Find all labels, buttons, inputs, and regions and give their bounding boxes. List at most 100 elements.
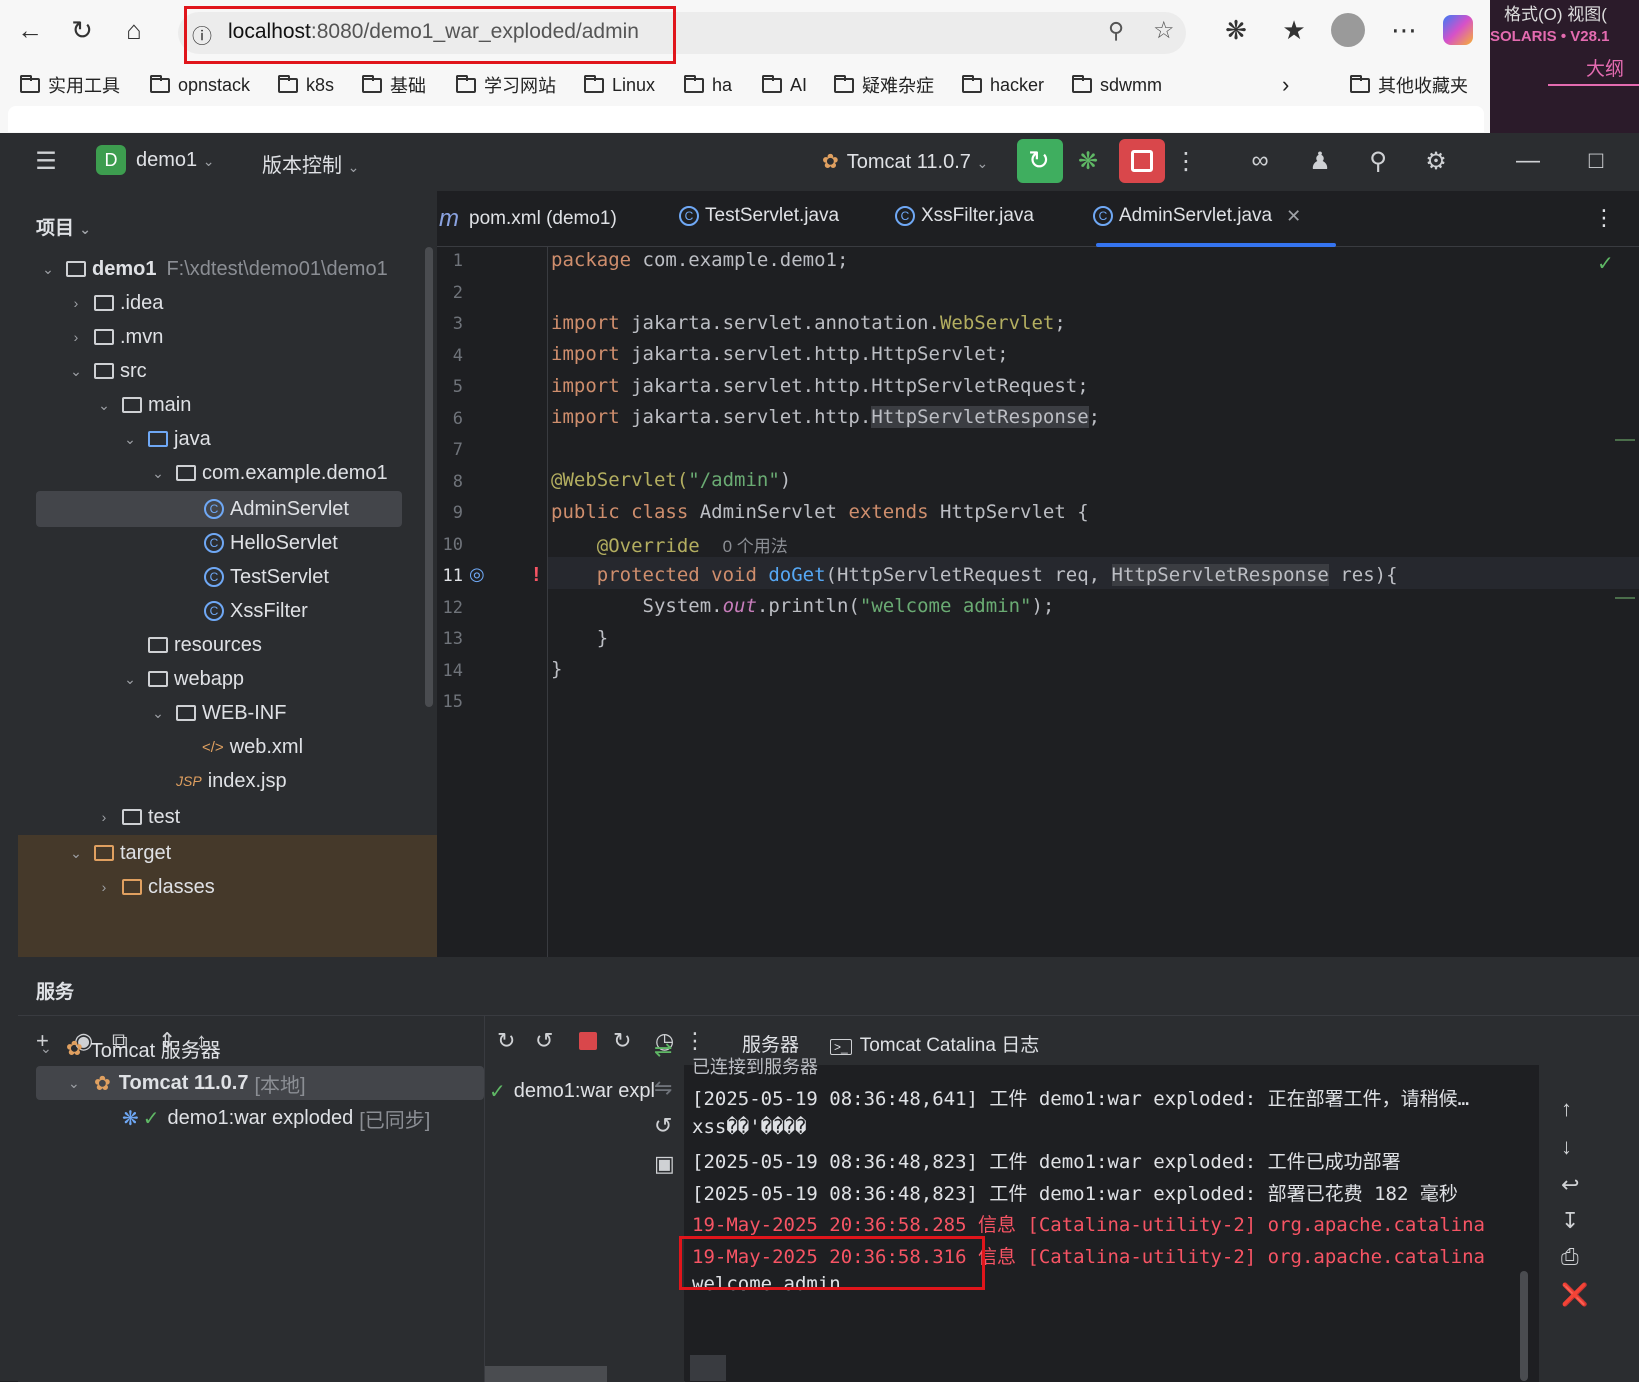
stop-button[interactable]	[1119, 139, 1165, 183]
debug-bug-icon[interactable]: ❋	[1072, 145, 1104, 177]
service-tomcat-server-group[interactable]: ⌄ ✿ Tomcat 服务器	[40, 1031, 221, 1065]
scroll-down-icon[interactable]: ↓	[1561, 1134, 1572, 1160]
rerun-button[interactable]: ↻	[1017, 139, 1063, 183]
project-selector[interactable]: demo1 ⌄	[136, 149, 214, 172]
other-bookmarks-folder[interactable]: 其他收藏夹	[1350, 70, 1468, 100]
more-actions-icon[interactable]: ⋮	[1174, 145, 1198, 177]
code-line-13[interactable]: }	[551, 627, 608, 649]
folder-icon	[176, 705, 196, 721]
tab-catalina-log[interactable]: >_ Tomcat Catalina 日志	[830, 1030, 1039, 1057]
console-vertical-scrollbar[interactable]	[1520, 1271, 1528, 1381]
search-icon[interactable]: ⚲	[1362, 145, 1394, 177]
output-highlight-box	[679, 1236, 985, 1290]
bookmark-folder[interactable]: 实用工具	[20, 70, 120, 100]
favorite-star-icon[interactable]: ☆	[1153, 16, 1175, 45]
code-line-10[interactable]: @Override 0 个用法	[551, 532, 788, 557]
back-icon[interactable]: ←	[12, 12, 48, 48]
profile-avatar-icon[interactable]	[1330, 12, 1366, 48]
bookmark-folder[interactable]: 疑难杂症	[834, 70, 934, 100]
bookmark-folder[interactable]: 学习网站	[456, 70, 556, 100]
tomcat-icon: ✿	[94, 1072, 111, 1095]
tree-item-mvn[interactable]: › .mvn	[18, 319, 487, 355]
project-badge[interactable]: D	[96, 145, 126, 175]
tree-item-src[interactable]: ⌄ src	[18, 353, 487, 389]
service-deployment-artifact[interactable]: ❋ ✓ demo1:war exploded [已同步]	[122, 1101, 430, 1135]
extensions-icon[interactable]: ❋	[1218, 12, 1254, 48]
settings-gear-icon[interactable]: ⚙	[1420, 145, 1452, 177]
stop-icon[interactable]	[579, 1032, 597, 1050]
maximize-icon[interactable]: □	[1580, 145, 1612, 177]
usages-hint[interactable]: 0 个用法	[723, 537, 788, 556]
tab-pom-xml[interactable]: m pom.xml (demo1)	[439, 205, 617, 233]
run-config-selector[interactable]: ✿ Tomcat 11.0.7 ⌄	[822, 149, 988, 174]
code-line-3[interactable]: import jakarta.servlet.annotation.WebSer…	[551, 312, 1066, 334]
line-number: 7	[452, 440, 463, 460]
tab-options-icon[interactable]: ⋮	[1593, 205, 1615, 231]
bookmark-folder[interactable]: 基础	[362, 70, 426, 100]
bookmark-folder[interactable]: Linux	[584, 70, 655, 100]
tab-xssfilter[interactable]: C XssFilter.java	[895, 205, 1034, 227]
main-menu-icon[interactable]: ☰	[30, 145, 62, 177]
breakpoint-warning-icon[interactable]: !	[533, 564, 540, 587]
bookmark-folder[interactable]: AI	[762, 70, 807, 100]
zoom-icon[interactable]: ⚲	[1108, 18, 1124, 44]
redeploy-icon[interactable]: ⇌	[654, 1037, 672, 1063]
update-application-icon[interactable]: ↺	[535, 1028, 553, 1054]
bookmark-folder[interactable]: sdwmm	[1072, 70, 1162, 100]
tab-adminservlet[interactable]: C AdminServlet.java ✕	[1093, 205, 1301, 227]
code-line-6[interactable]: import jakarta.servlet.http.HttpServletR…	[551, 406, 1100, 428]
undeploy-icon[interactable]: ⇋	[654, 1075, 672, 1101]
bookmarks-overflow-chevron-icon[interactable]: ›	[1282, 70, 1289, 100]
scroll-to-end-icon[interactable]: ↧	[1561, 1208, 1579, 1234]
bookmark-folder[interactable]: k8s	[278, 70, 334, 100]
code-with-me-icon[interactable]: ♟	[1304, 145, 1336, 177]
close-tab-icon[interactable]: ✕	[1286, 206, 1301, 227]
inspection-ok-icon[interactable]: ✓	[1597, 251, 1614, 276]
code-line-5[interactable]: import jakarta.servlet.http.HttpServletR…	[551, 375, 1089, 397]
ai-assistant-icon[interactable]: ∞	[1244, 145, 1276, 177]
console-actions-bar: ↑ ↓ ↩ ↧ ⎙ ❌	[1539, 1015, 1639, 1382]
reload-icon[interactable]: ↻	[64, 12, 100, 48]
code-line-11[interactable]: protected void doGet(HttpServletRequest …	[551, 564, 1398, 586]
deploy-settings-icon[interactable]: ▣	[654, 1151, 675, 1177]
tree-item-idea[interactable]: › .idea	[18, 285, 487, 321]
bookmark-folder[interactable]: hacker	[962, 70, 1044, 100]
chevron-down-icon: ⌄	[70, 362, 82, 379]
clear-all-trash-icon[interactable]: ❌	[1561, 1282, 1588, 1308]
console-line-info: 19-May-2025 20:36:58.285 信息 [Catalina-ut…	[692, 1214, 1485, 1236]
service-tomcat-instance[interactable]: ⌄ ✿ Tomcat 11.0.7 [本地]	[68, 1066, 306, 1100]
code-line-14[interactable]: }	[551, 658, 562, 680]
more-actions-icon[interactable]: ⋮	[684, 1028, 706, 1054]
sync-icon[interactable]: ↺	[654, 1113, 672, 1139]
home-icon[interactable]: ⌂	[116, 12, 152, 48]
scroll-up-icon[interactable]: ↑	[1561, 1096, 1572, 1122]
deployment-item[interactable]: ✓ demo1:war expl	[489, 1074, 655, 1108]
project-panel-title[interactable]: 项目 ⌄	[36, 213, 91, 240]
bookmark-folder[interactable]: opnstack	[150, 70, 250, 100]
print-icon[interactable]: ⎙	[1561, 1244, 1579, 1270]
code-line-12[interactable]: System.out.println("welcome admin");	[551, 595, 1055, 617]
minimize-icon[interactable]: —	[1512, 145, 1544, 177]
folder-icon	[278, 74, 298, 93]
soft-wrap-icon[interactable]: ↩	[1561, 1172, 1579, 1198]
code-line-8[interactable]: @WebServlet("/admin")	[551, 469, 791, 491]
code-line-1[interactable]: package com.example.demo1;	[551, 249, 848, 271]
xml-file-icon: </>	[202, 738, 224, 756]
folder-icon	[762, 74, 782, 93]
vcs-menu[interactable]: 版本控制 ⌄	[262, 149, 359, 178]
more-options-icon[interactable]: ⋯	[1386, 12, 1422, 48]
bookmark-folder[interactable]: ha	[684, 70, 732, 100]
code-line-4[interactable]: import jakarta.servlet.http.HttpServlet;	[551, 343, 1009, 365]
tree-item-target[interactable]: ⌄ target	[18, 835, 487, 871]
console-output[interactable]: 已连接到服务器 [2025-05-19 08:36:48,641] 工件 dem…	[684, 1057, 1539, 1381]
tree-item-demo1[interactable]: ⌄ demo1 F:\xdtest\demo01\demo1	[18, 251, 459, 287]
favorites-icon[interactable]: ★	[1276, 12, 1312, 48]
tab-testservlet[interactable]: C TestServlet.java	[679, 205, 839, 227]
override-method-icon[interactable]: ◎	[469, 564, 485, 585]
rerun-icon[interactable]: ↻	[497, 1028, 515, 1054]
copilot-icon[interactable]	[1440, 12, 1476, 48]
deployment-pane-scrollbar[interactable]	[485, 1366, 607, 1382]
console-horizontal-scrollbar[interactable]	[690, 1355, 726, 1381]
refresh-icon[interactable]: ↻	[613, 1028, 631, 1054]
code-line-9[interactable]: public class AdminServlet extends HttpSe…	[551, 501, 1089, 523]
